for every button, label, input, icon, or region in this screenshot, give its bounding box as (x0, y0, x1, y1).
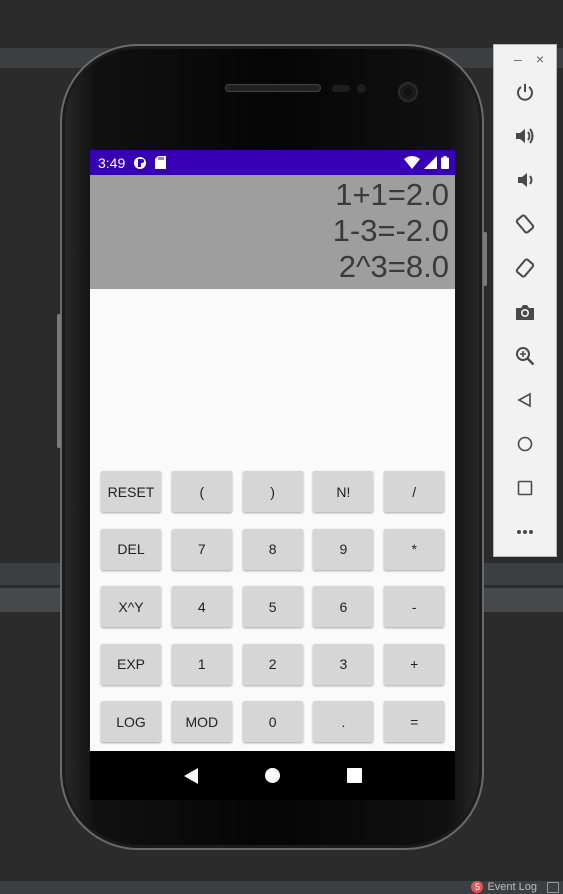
event-log-count: 5 (471, 881, 484, 893)
emulator-toolbar: – × (493, 44, 557, 557)
camera-icon[interactable] (513, 300, 537, 324)
volume-up-icon[interactable] (513, 124, 537, 148)
digit-9-button[interactable]: 9 (313, 528, 374, 570)
digit-5-button[interactable]: 5 (242, 586, 303, 627)
close-paren-button[interactable]: ) (242, 471, 303, 512)
mod-button[interactable]: MOD (171, 701, 232, 742)
add-button[interactable]: + (384, 643, 445, 685)
overview-icon[interactable] (513, 476, 537, 500)
navigation-bar (90, 751, 455, 800)
status-bar: 3:49 (90, 150, 455, 175)
open-paren-button[interactable]: ( (171, 471, 232, 512)
signal-icon (424, 156, 437, 169)
calculator-display: 1+1=2.0 1-3=-2.0 2^3=8.0 (90, 175, 455, 289)
factorial-button[interactable]: N! (313, 471, 374, 512)
side-button-left (57, 314, 61, 448)
event-log-label: Event Log (487, 881, 537, 893)
digit-8-button[interactable]: 8 (242, 528, 303, 570)
recents-icon[interactable] (346, 768, 362, 783)
battery-icon (441, 156, 449, 169)
status-time: 3:49 (98, 154, 126, 171)
subtract-button[interactable]: - (384, 586, 445, 627)
multiply-button[interactable]: * (384, 528, 445, 570)
close-button[interactable]: × (536, 51, 544, 67)
minimize-button[interactable]: – (514, 51, 522, 67)
digit-2-button[interactable]: 2 (242, 643, 303, 685)
ide-status-bar: 5 Event Log (0, 880, 563, 894)
app-notification-icon (134, 156, 147, 169)
sensor-dot-icon (357, 84, 366, 93)
equals-button[interactable]: = (384, 701, 445, 742)
history-line: 2^3=8.0 (338, 249, 449, 284)
history-line: 1-3=-2.0 (332, 213, 449, 248)
reset-button[interactable]: RESET (101, 471, 161, 512)
rotate-right-icon[interactable] (513, 256, 537, 280)
log-button[interactable]: LOG (101, 701, 161, 742)
delete-button[interactable]: DEL (101, 528, 161, 570)
front-camera-icon (398, 82, 418, 102)
layout-icon[interactable] (547, 882, 559, 893)
phone-screen: 3:49 1+1=2.0 1-3=-2.0 2^3=8.0 RESET () … (90, 150, 455, 800)
event-log-button[interactable]: 5 Event Log (471, 880, 537, 894)
side-button-right (483, 232, 487, 286)
digit-3-button[interactable]: 3 (313, 643, 374, 685)
divide-button[interactable]: / (384, 471, 445, 512)
digit-0-button[interactable]: 0 (242, 701, 303, 742)
decimal-button[interactable]: . (313, 701, 374, 742)
history-line: 1+1=2.0 (335, 177, 449, 212)
digit-4-button[interactable]: 4 (171, 586, 232, 627)
digit-6-button[interactable]: 6 (313, 586, 374, 627)
more-icon[interactable] (513, 520, 537, 544)
phone-frame: 3:49 1+1=2.0 1-3=-2.0 2^3=8.0 RESET () … (57, 44, 487, 850)
rotate-left-icon[interactable] (513, 212, 537, 236)
input-area (90, 289, 455, 465)
back-icon[interactable] (513, 388, 537, 412)
zoom-icon[interactable] (513, 344, 537, 368)
earpiece-speaker (225, 84, 321, 92)
home-icon[interactable] (264, 768, 280, 783)
wifi-icon (404, 156, 420, 169)
digit-1-button[interactable]: 1 (171, 643, 232, 685)
back-icon[interactable] (183, 767, 198, 784)
volume-down-icon[interactable] (513, 168, 537, 192)
keypad: RESET ( ) N! / DEL 7 8 9 * X^Y 4 5 6 - E… (90, 465, 455, 751)
home-icon[interactable] (513, 432, 537, 456)
sd-card-icon (155, 156, 167, 169)
sensor-icon (332, 85, 350, 92)
power-button[interactable]: X^Y (101, 586, 161, 627)
exp-button[interactable]: EXP (101, 643, 161, 685)
digit-7-button[interactable]: 7 (171, 528, 232, 570)
power-icon[interactable] (513, 80, 537, 104)
